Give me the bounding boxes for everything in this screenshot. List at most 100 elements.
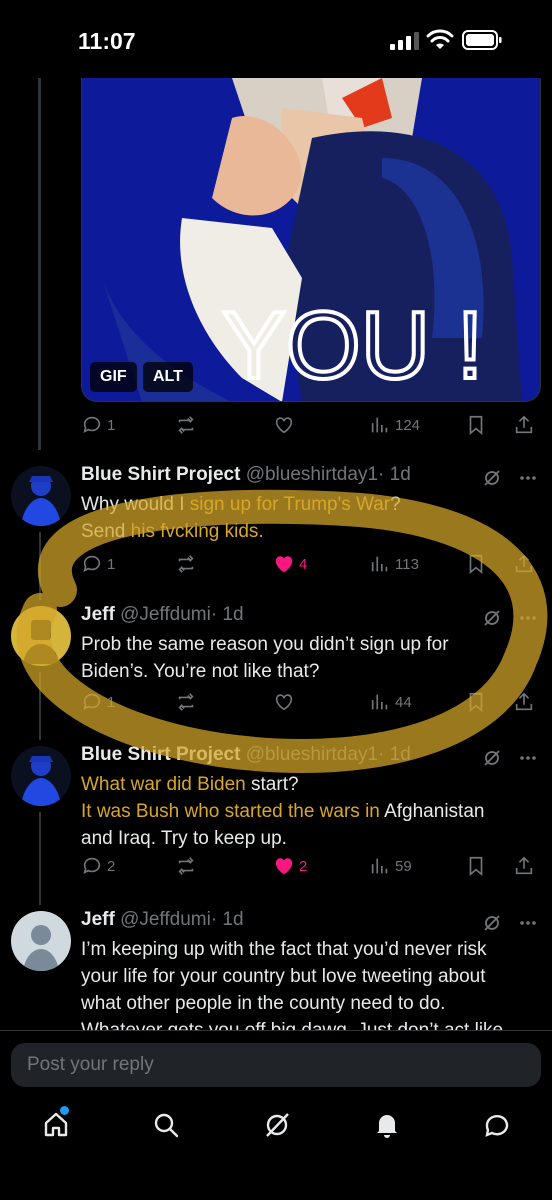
post-text: Prob the same reason you didn’t sign up …: [81, 634, 449, 682]
reply-icon: [83, 857, 101, 874]
author-name[interactable]: Blue Shirt Project: [81, 464, 240, 485]
you-caption: YOU !: [222, 292, 483, 399]
tab-search[interactable]: [151, 1110, 181, 1140]
grok-icon[interactable]: [482, 608, 502, 628]
tab-grok[interactable]: [262, 1110, 292, 1140]
heart-icon: [275, 858, 293, 875]
reply-count: 1: [107, 555, 116, 573]
alt-badge[interactable]: ALT: [143, 362, 193, 392]
post-text: I’m keeping up with the fact that you’d …: [81, 939, 503, 1041]
more-icon[interactable]: [518, 608, 538, 628]
avatar[interactable]: [11, 606, 71, 666]
thread-connector: [39, 812, 41, 905]
reply-button[interactable]: 2: [81, 850, 115, 882]
search-icon: [154, 1113, 179, 1138]
views-button[interactable]: 44: [369, 686, 412, 718]
author-name[interactable]: Jeff: [81, 909, 115, 930]
like-button[interactable]: 2: [273, 850, 307, 882]
like-count: 2: [299, 857, 308, 875]
bookmark-icon: [469, 415, 483, 436]
share-icon: [515, 415, 533, 434]
gif-badge: GIF: [90, 362, 137, 392]
cellular-signal-icon: [390, 32, 419, 50]
thread-connector: [39, 672, 41, 740]
more-icon[interactable]: [518, 748, 538, 768]
author-handle[interactable]: @blueshirtday1: [240, 464, 378, 485]
grok-icon[interactable]: [482, 913, 502, 933]
bookmark-button[interactable]: [465, 409, 487, 441]
share-button[interactable]: [513, 548, 535, 580]
bookmark-button[interactable]: [465, 686, 487, 718]
views-button[interactable]: 59: [369, 850, 412, 882]
share-icon: [515, 856, 533, 875]
view-count: 59: [395, 857, 412, 875]
repost-icon: [178, 857, 194, 875]
like-button[interactable]: [273, 686, 299, 718]
messages-icon: [485, 1115, 509, 1137]
tab-bar: [0, 1100, 552, 1200]
bookmark-icon: [469, 856, 483, 877]
views-button[interactable]: 113: [369, 548, 419, 580]
repost-icon: [178, 693, 194, 711]
gif-media[interactable]: YOU !: [81, 78, 541, 402]
reply-button[interactable]: 1: [81, 686, 115, 718]
post-top-icons: [482, 608, 538, 628]
author-handle[interactable]: @blueshirtday1: [240, 744, 378, 765]
post-actions: 2 2 59: [81, 850, 541, 882]
post-top-icons: [482, 468, 538, 488]
bookmark-button[interactable]: [465, 850, 487, 882]
more-icon[interactable]: [518, 913, 538, 933]
more-icon[interactable]: [518, 468, 538, 488]
post-header: Jeff @Jeffdumi· 1d: [81, 604, 244, 626]
reply-count: 1: [107, 416, 116, 434]
reply-icon: [83, 416, 101, 433]
bookmark-icon: [469, 692, 483, 713]
post-header: Blue Shirt Project @blueshirtday1· 1d: [81, 464, 411, 486]
post-time: · 1d: [378, 744, 411, 765]
reply-input[interactable]: [11, 1043, 541, 1087]
reply-icon: [83, 693, 101, 710]
author-name[interactable]: Jeff: [81, 604, 115, 625]
post-text: What war did Biden start? It was Bush who…: [81, 774, 485, 849]
author-name[interactable]: Blue Shirt Project: [81, 744, 240, 765]
reply-button[interactable]: 1: [81, 409, 115, 441]
like-button[interactable]: 4: [273, 548, 307, 580]
thread-connector: [39, 532, 41, 600]
post-time: · 1d: [210, 604, 244, 625]
avatar[interactable]: [11, 911, 71, 971]
grok-icon[interactable]: [482, 468, 502, 488]
view-count: 44: [395, 693, 412, 711]
views-icon: [371, 417, 388, 433]
heart-icon: [275, 556, 293, 573]
view-count: 124: [395, 416, 421, 434]
bookmark-button[interactable]: [465, 548, 487, 580]
reply-button[interactable]: 1: [81, 548, 115, 580]
reply-icon: [83, 555, 101, 572]
post-time: · 1d: [378, 464, 411, 485]
post-actions: 1 124: [81, 409, 541, 441]
share-button[interactable]: [513, 409, 535, 441]
share-icon: [515, 692, 533, 711]
views-icon: [371, 556, 388, 572]
reply-composer: [0, 1030, 552, 1100]
repost-button[interactable]: [175, 548, 197, 580]
tab-messages[interactable]: [482, 1110, 512, 1140]
avatar[interactable]: [11, 466, 71, 526]
share-button[interactable]: [513, 850, 535, 882]
share-icon: [515, 554, 533, 573]
like-button[interactable]: [273, 409, 295, 441]
heart-icon: [275, 694, 293, 711]
post-top-icons: [482, 748, 538, 768]
author-handle[interactable]: @Jeffdumi: [115, 909, 211, 930]
repost-button[interactable]: [175, 850, 197, 882]
post-header: Blue Shirt Project @blueshirtday1· 1d: [81, 744, 411, 766]
tab-notifications[interactable]: [372, 1110, 402, 1140]
repost-button[interactable]: [175, 686, 197, 718]
avatar[interactable]: [11, 746, 71, 806]
share-button[interactable]: [513, 686, 535, 718]
views-button[interactable]: 124: [369, 409, 420, 441]
author-handle[interactable]: @Jeffdumi: [115, 604, 211, 625]
grok-icon[interactable]: [482, 748, 502, 768]
views-icon: [371, 694, 388, 710]
repost-button[interactable]: [175, 409, 197, 441]
